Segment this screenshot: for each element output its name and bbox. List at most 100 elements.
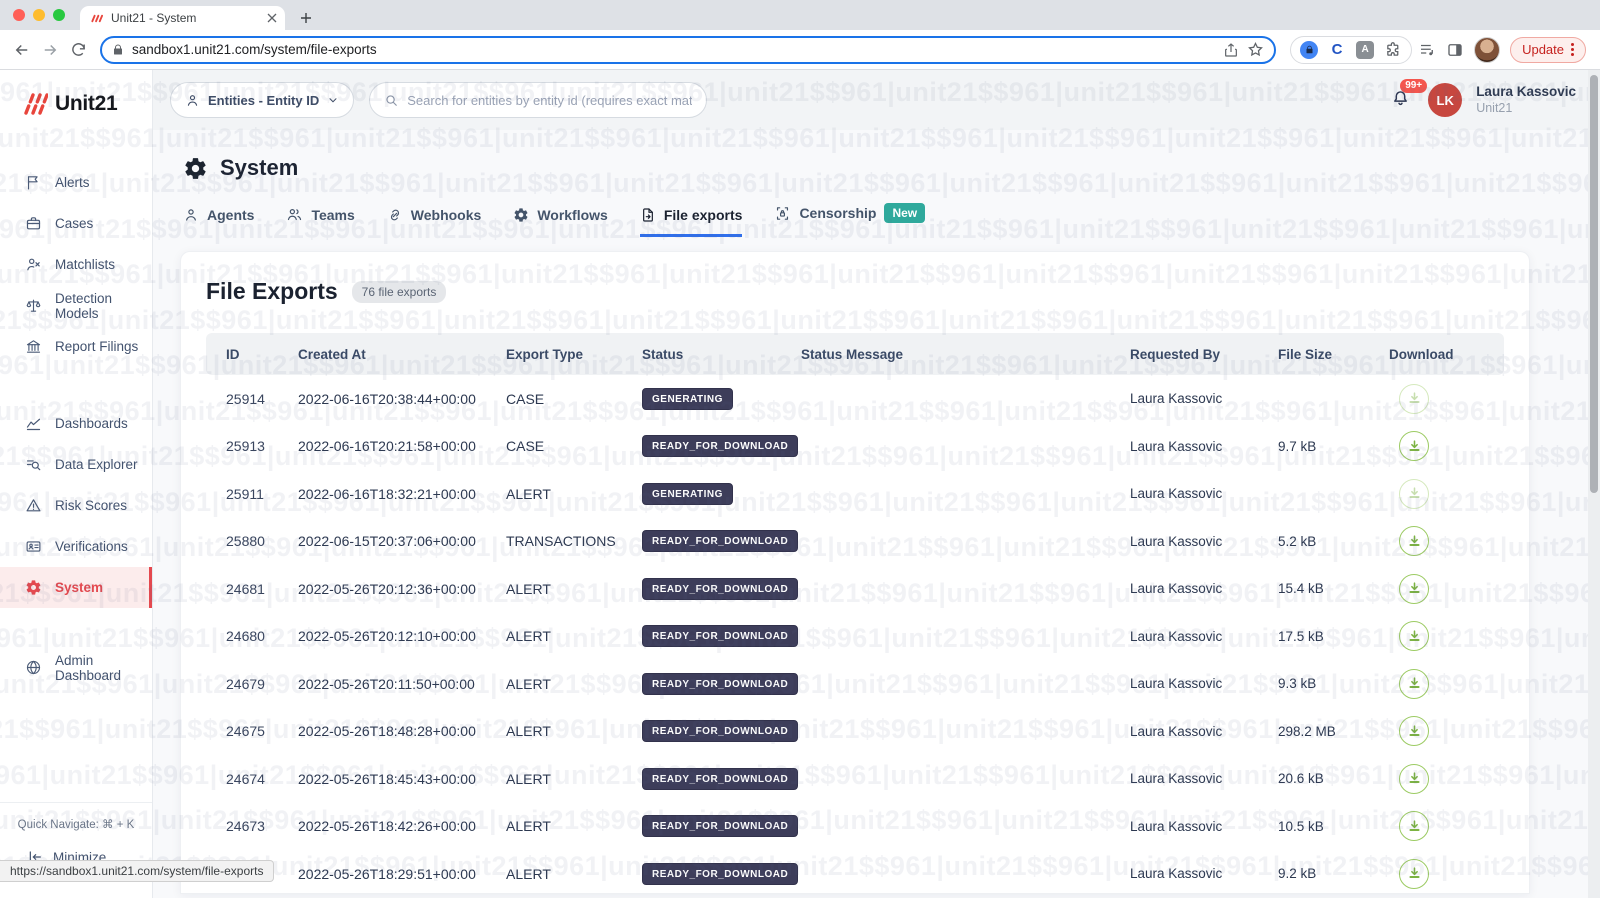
workflow-gear-icon <box>514 208 528 222</box>
gray-extension-icon[interactable]: A <box>1356 40 1375 59</box>
download-button[interactable] <box>1399 383 1429 414</box>
cell-export-type: ALERT <box>506 628 551 645</box>
file-exports-count-badge: 76 file exports <box>351 280 447 303</box>
tab-teams[interactable]: Teams <box>286 206 355 237</box>
download-button[interactable] <box>1399 573 1429 604</box>
download-button[interactable] <box>1399 716 1429 747</box>
reload-button[interactable] <box>64 36 92 64</box>
forward-button[interactable] <box>36 36 64 64</box>
cell-requested-by: Laura Kassovic <box>1130 866 1223 882</box>
download-icon <box>1408 725 1420 736</box>
chart-icon <box>26 418 41 431</box>
cell-download <box>1389 478 1505 509</box>
warning-triangle-icon <box>26 499 41 512</box>
sidebar-item-cases[interactable]: Cases <box>0 203 152 244</box>
cell-id: 25880 <box>226 533 265 550</box>
sidebar-item-alerts[interactable]: Alerts <box>0 162 152 203</box>
download-button[interactable] <box>1399 763 1429 794</box>
download-icon <box>1408 392 1420 404</box>
status-badge: GENERATING <box>642 482 733 505</box>
extensions-puzzle-icon[interactable] <box>1384 41 1402 59</box>
censorship-lock-icon <box>777 206 789 220</box>
download-button[interactable] <box>1399 811 1429 842</box>
reading-list-icon[interactable] <box>1418 41 1436 59</box>
entity-search-input[interactable] <box>407 92 693 108</box>
download-button[interactable] <box>1399 858 1429 889</box>
cell-export-type: ALERT <box>506 485 551 502</box>
browser-tab[interactable]: Unit21 - System <box>80 6 285 30</box>
tab-agents[interactable]: Agents <box>183 207 254 237</box>
column-header-id: ID <box>226 346 240 362</box>
download-button[interactable] <box>1399 526 1429 557</box>
adblock-extension-icon[interactable] <box>1300 40 1319 59</box>
download-button[interactable] <box>1399 668 1429 699</box>
status-badge: GENERATING <box>642 387 733 410</box>
cell-export-type: ALERT <box>506 865 551 882</box>
sidebar-item-dashboards[interactable]: Dashboards <box>0 403 152 444</box>
cell-export-type: ALERT <box>506 723 551 740</box>
close-window-button[interactable] <box>13 9 25 21</box>
side-panel-icon[interactable] <box>1446 41 1464 59</box>
cell-file-size: 17.5 kB <box>1278 628 1324 644</box>
cell-created-at: 2022-05-26T18:45:43+00:00 <box>298 770 476 787</box>
browser-profile-avatar[interactable] <box>1474 36 1501 63</box>
cell-id: 25911 <box>226 485 264 502</box>
scrollbar-thumb[interactable] <box>1590 75 1598 493</box>
sidebar-item-detection-models[interactable]: Detection Models <box>0 285 152 326</box>
table-row: 24674 2022-05-26T18:45:43+00:00 ALERT RE… <box>206 755 1504 803</box>
share-icon[interactable] <box>1223 42 1239 58</box>
c-extension-icon[interactable]: C <box>1328 41 1346 59</box>
unit21-logo[interactable]: Unit21 <box>22 86 152 122</box>
download-button[interactable] <box>1399 478 1429 509</box>
tab-workflows[interactable]: Workflows <box>513 207 608 237</box>
tab-label: File exports <box>663 207 743 223</box>
cell-export-type: ALERT <box>506 818 551 835</box>
sidebar-item-label: Admin Dashboard <box>55 652 122 683</box>
download-icon <box>1408 535 1420 546</box>
sidebar-item-verifications[interactable]: Verifications <box>0 526 152 567</box>
back-button[interactable] <box>8 36 36 64</box>
maximize-window-button[interactable] <box>53 9 65 21</box>
table-row: 24680 2022-05-26T20:12:10+00:00 ALERT RE… <box>206 613 1504 661</box>
minimize-window-button[interactable] <box>33 9 45 21</box>
sidebar-item-system[interactable]: System <box>0 567 152 608</box>
cell-file-size: 20.6 kB <box>1278 771 1324 787</box>
cell-requested-by: Laura Kassovic <box>1130 676 1223 692</box>
unit21-favicon <box>90 12 103 25</box>
extensions-group: C A <box>1290 35 1413 64</box>
tab-close-icon[interactable] <box>267 13 277 23</box>
download-icon <box>1408 772 1420 784</box>
sidebar-item-admin-dashboard[interactable]: Admin Dashboard <box>0 647 152 688</box>
download-button[interactable] <box>1399 621 1429 652</box>
user-info[interactable]: Laura Kassovic Unit21 <box>1476 84 1576 117</box>
column-header-requested-by: Requested By <box>1130 346 1221 362</box>
cell-id: 24674 <box>226 770 265 787</box>
file-exports-title: File Exports <box>206 278 338 304</box>
sidebar: Unit21 Alerts Cases Matchlists Detection… <box>0 70 153 898</box>
notifications-button[interactable]: 99+ <box>1390 79 1428 112</box>
user-avatar[interactable]: LK <box>1428 83 1463 117</box>
new-tab-button[interactable] <box>296 8 316 28</box>
cell-requested-by: Laura Kassovic <box>1130 391 1223 407</box>
briefcase-icon <box>26 217 41 230</box>
download-button[interactable] <box>1399 431 1429 462</box>
url-bar[interactable]: sandbox1.unit21.com/system/file-exports <box>100 35 1277 64</box>
sidebar-item-report-filings[interactable]: Report Filings <box>0 326 152 367</box>
cell-status: READY_FOR_DOWNLOAD <box>642 530 801 553</box>
tab-webhooks[interactable]: Webhooks <box>387 207 481 237</box>
sidebar-item-matchlists[interactable]: Matchlists <box>0 244 152 285</box>
entity-type-dropdown[interactable]: Entities - Entity ID <box>170 82 355 118</box>
system-gear-icon <box>185 157 206 179</box>
tab-file-exports[interactable]: File exports <box>639 207 743 237</box>
browser-update-button[interactable]: Update <box>1510 36 1586 63</box>
page-scrollbar <box>1588 70 1600 898</box>
sidebar-item-label: Risk Scores <box>55 498 128 513</box>
browser-menu-icon[interactable] <box>1571 43 1574 56</box>
tab-censorship[interactable]: Censorship New <box>774 203 926 237</box>
sidebar-item-data-explorer[interactable]: Data Explorer <box>0 444 152 485</box>
sidebar-nav: Alerts Cases Matchlists Detection Models… <box>0 162 152 688</box>
cell-file-size: 15.4 kB <box>1278 581 1324 597</box>
status-badge: READY_FOR_DOWNLOAD <box>642 625 799 648</box>
sidebar-item-risk-scores[interactable]: Risk Scores <box>0 485 152 526</box>
bookmark-star-icon[interactable] <box>1247 41 1264 58</box>
